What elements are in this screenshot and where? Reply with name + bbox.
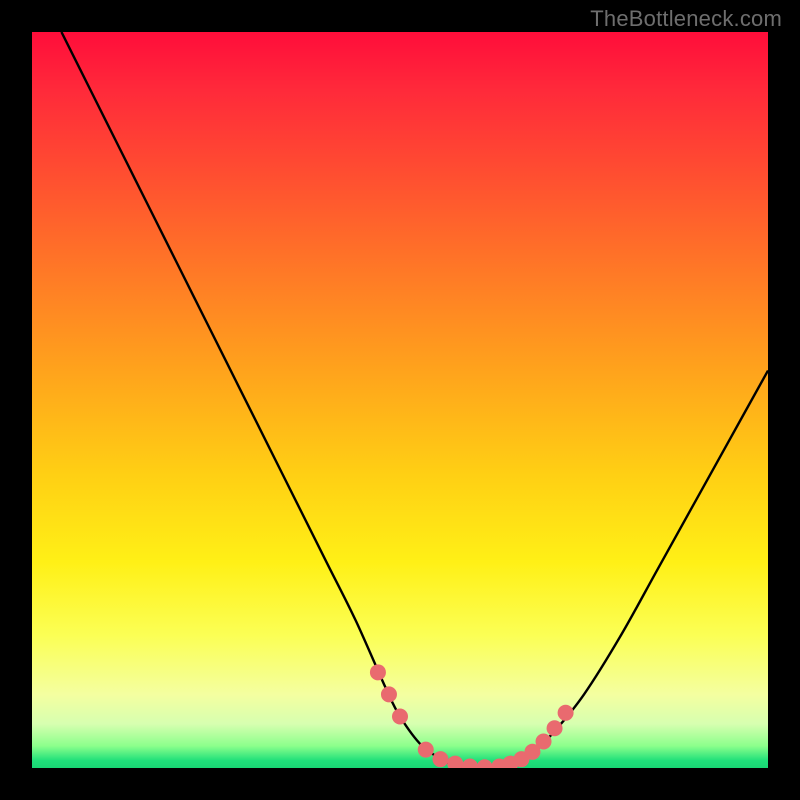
highlight-dot (432, 751, 448, 767)
highlight-dot (547, 720, 563, 736)
highlight-dot (370, 664, 386, 680)
highlight-dot (462, 759, 478, 768)
highlight-dot (536, 734, 552, 750)
highlight-dot (418, 742, 434, 758)
highlight-dot (381, 686, 397, 702)
highlight-dot (447, 756, 463, 768)
curve-layer (32, 32, 768, 768)
plot-area (32, 32, 768, 768)
highlight-dot (558, 705, 574, 721)
highlight-dots-group (370, 664, 574, 768)
attribution-text: TheBottleneck.com (590, 6, 782, 32)
chart-stage: TheBottleneck.com (0, 0, 800, 800)
bottleneck-curve (61, 32, 768, 768)
highlight-dot (392, 708, 408, 724)
highlight-dot (477, 759, 493, 768)
